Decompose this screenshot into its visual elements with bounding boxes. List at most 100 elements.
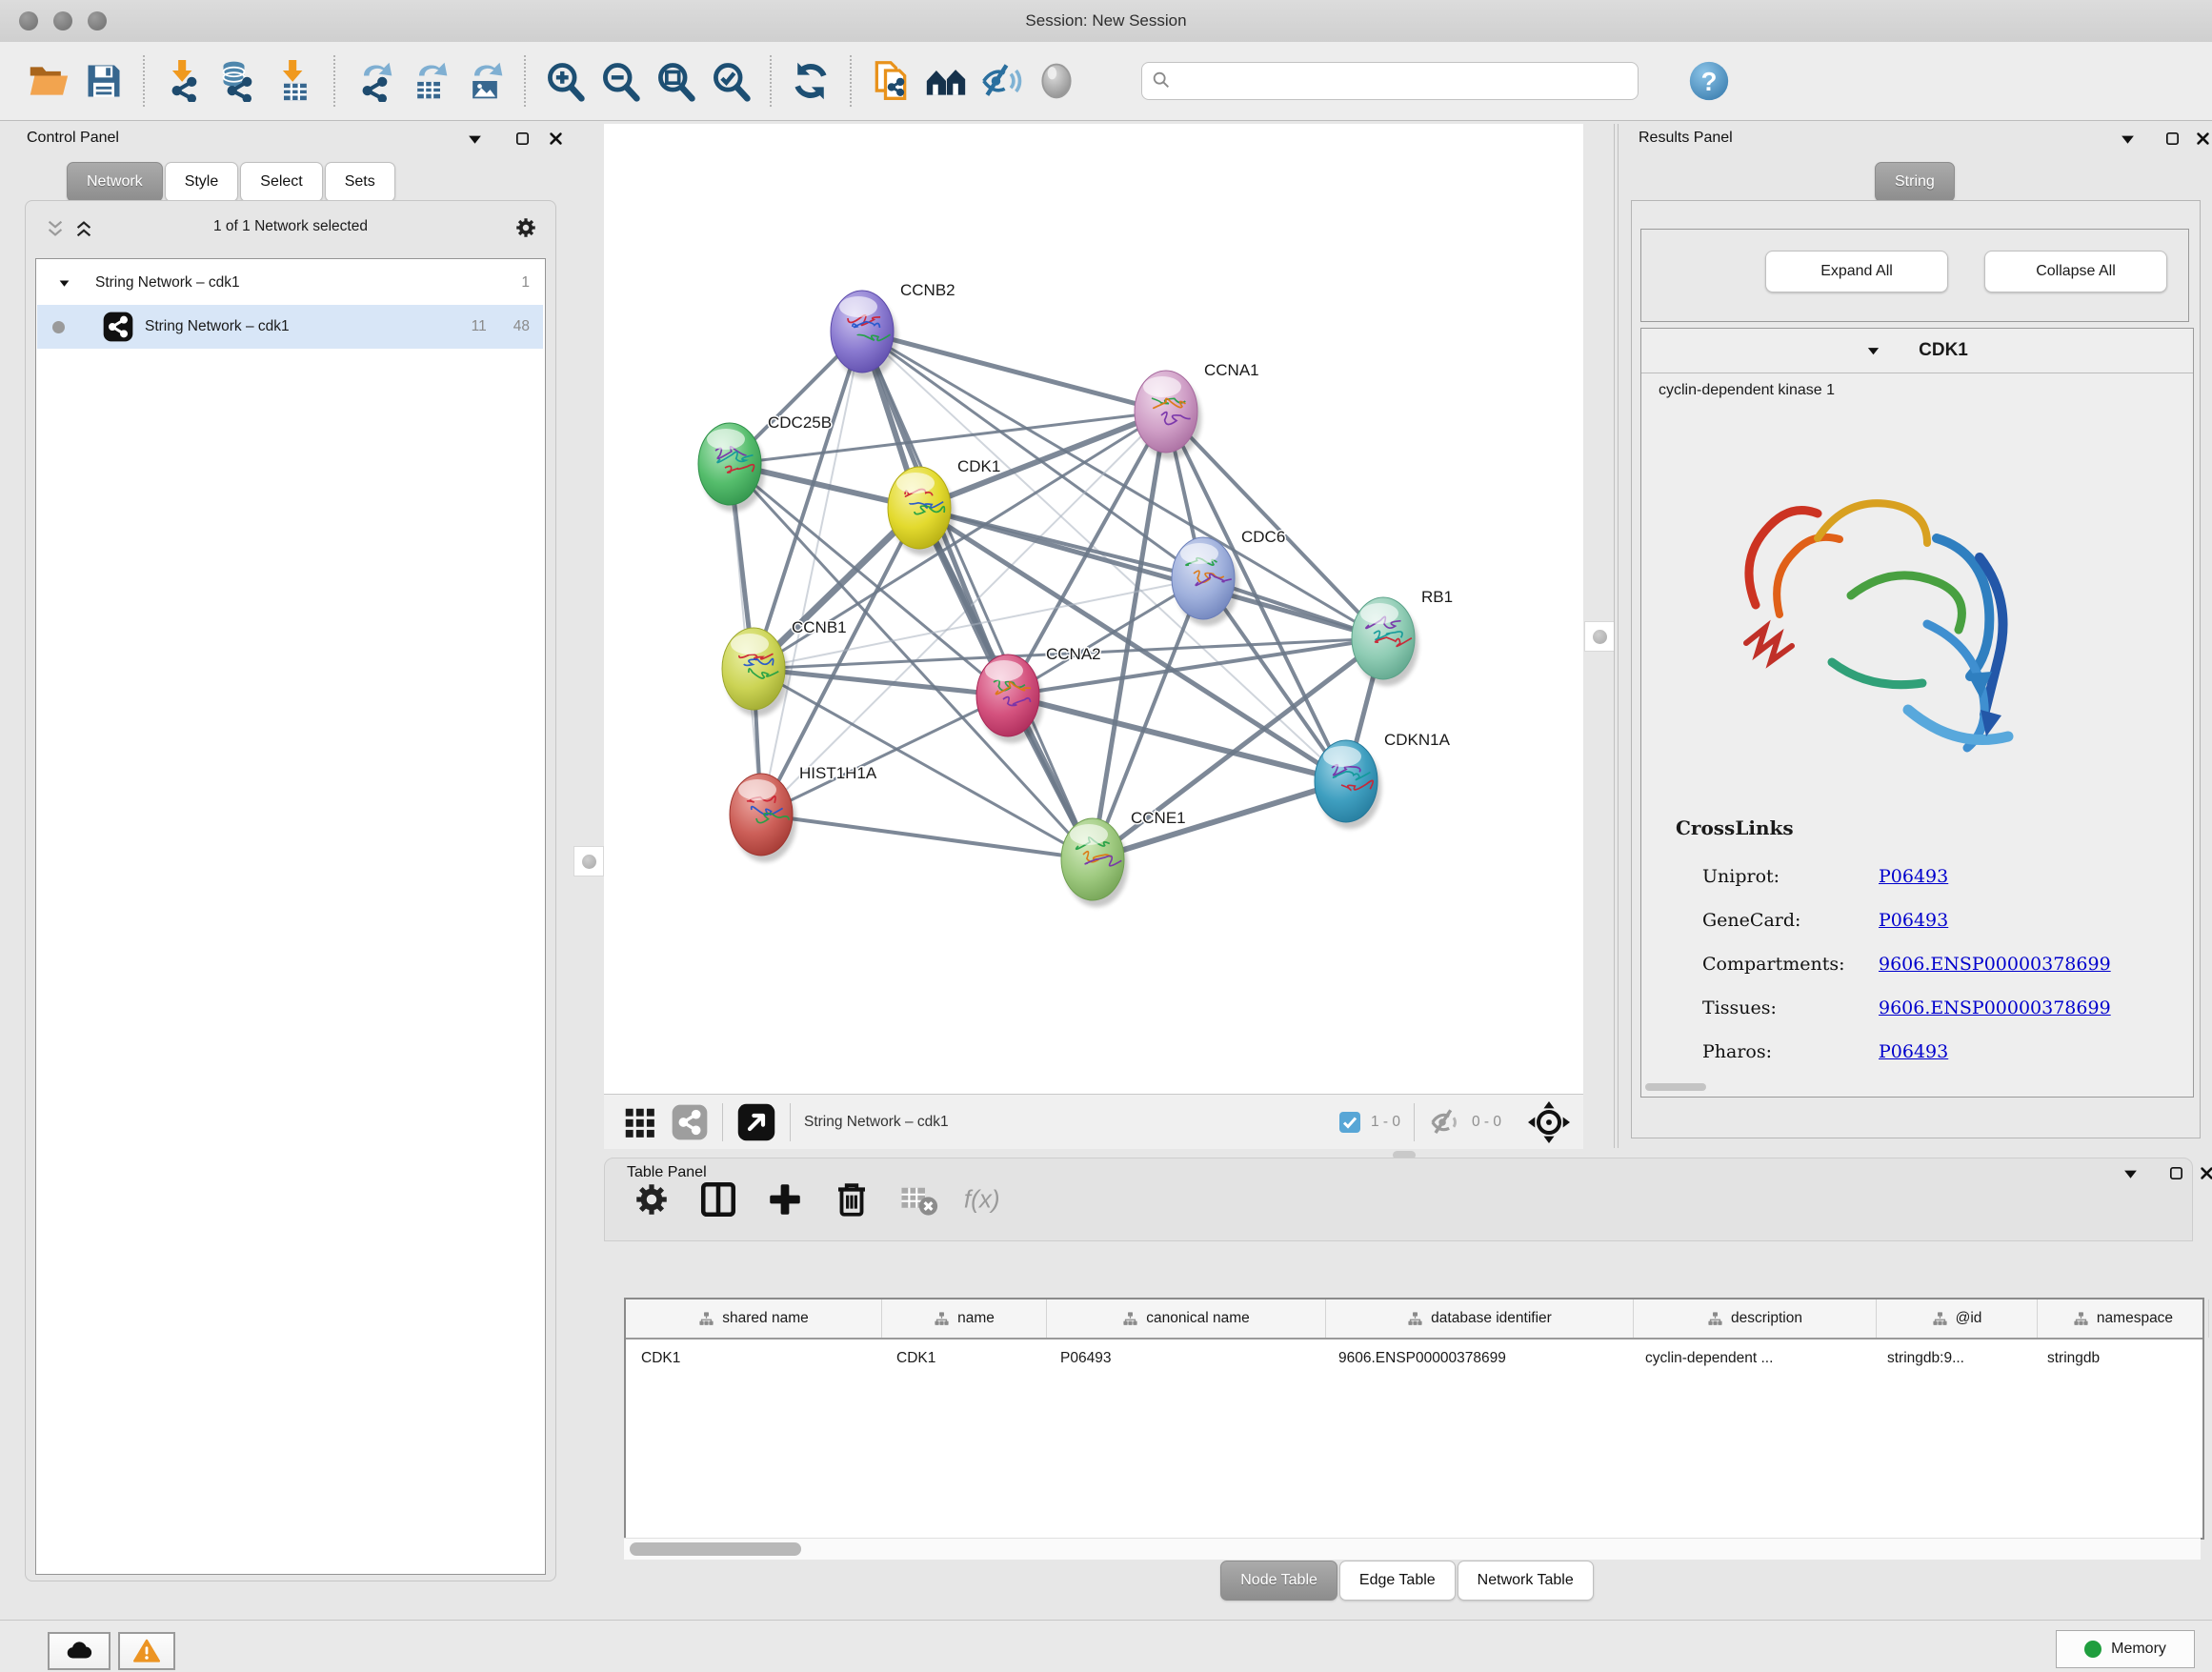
node-result-header[interactable]: CDK1 xyxy=(1641,329,2193,373)
column-header-database-identifier[interactable]: database identifier xyxy=(1326,1299,1634,1338)
network-node-HIST1H1A[interactable]: HIST1H1A xyxy=(730,764,877,862)
folder-open-icon[interactable] xyxy=(21,53,76,109)
tab-network-table[interactable]: Network Table xyxy=(1458,1561,1594,1601)
show-eye-icon[interactable] xyxy=(1029,53,1084,109)
float-panel-icon[interactable] xyxy=(2164,131,2181,147)
copy-share-icon[interactable] xyxy=(863,53,918,109)
detach-view-icon[interactable] xyxy=(736,1102,776,1142)
tab-style[interactable]: Style xyxy=(165,162,239,202)
network-edge[interactable] xyxy=(1008,578,1203,695)
memory-button[interactable]: Memory xyxy=(2056,1630,2195,1668)
network-edge[interactable] xyxy=(761,815,1093,859)
tab-edge-table[interactable]: Edge Table xyxy=(1339,1561,1456,1601)
add-column-icon[interactable] xyxy=(765,1179,805,1219)
column-header-namespace[interactable]: namespace xyxy=(2038,1299,2209,1338)
zoom-out-icon[interactable] xyxy=(593,53,648,109)
hide-eye-icon[interactable] xyxy=(974,53,1029,109)
column-header-shared-name[interactable]: shared name xyxy=(626,1299,882,1338)
import-network-icon[interactable] xyxy=(156,53,211,109)
network-node-CCNE1[interactable]: CCNE1 xyxy=(1061,809,1186,907)
network-thumbnail-icon[interactable] xyxy=(671,1103,709,1141)
table-options-gear-icon[interactable] xyxy=(632,1179,672,1219)
network-tab-content: 1 of 1 Network selected String Network –… xyxy=(25,200,556,1581)
panel-menu-icon[interactable] xyxy=(2122,1166,2139,1182)
crosslink-link[interactable]: P06493 xyxy=(1879,1041,1948,1062)
tab-string[interactable]: String xyxy=(1875,162,1955,202)
column-header-description[interactable]: description xyxy=(1634,1299,1877,1338)
export-network-icon[interactable] xyxy=(347,53,402,109)
column-header-canonical-name[interactable]: canonical name xyxy=(1047,1299,1326,1338)
float-panel-icon[interactable] xyxy=(514,131,531,147)
entry-expander-icon[interactable] xyxy=(1866,344,1880,358)
fit-selected-icon[interactable] xyxy=(1528,1101,1570,1143)
network-node-CCNB2[interactable]: CCNB2 xyxy=(831,281,955,379)
show-columns-icon[interactable] xyxy=(698,1179,738,1219)
search-input[interactable] xyxy=(1141,62,1639,100)
close-panel-icon[interactable] xyxy=(2195,131,2211,147)
crosslinks-list: Uniprot:P06493GeneCard:P06493Compartment… xyxy=(1702,855,2179,1074)
crosslink-link[interactable]: P06493 xyxy=(1879,866,1948,887)
collection-expander-icon[interactable] xyxy=(58,277,70,290)
crosslink-link[interactable]: 9606.ENSP00000378699 xyxy=(1879,954,2111,975)
network-options-gear-icon[interactable] xyxy=(513,215,538,240)
network-canvas[interactable]: CCNB2 CCNA1 CDC25B CDK1 CDC6 RB1 CCNB1 xyxy=(604,124,1583,1094)
node-label: CCNB2 xyxy=(900,281,955,299)
column-header-@id[interactable]: @id xyxy=(1877,1299,2038,1338)
table-row[interactable]: CDK1CDK1P064939606.ENSP00000378699cyclin… xyxy=(626,1340,2202,1378)
network-edge[interactable] xyxy=(862,332,1166,412)
export-image-icon[interactable] xyxy=(457,53,513,109)
hidden-elements-icon xyxy=(1428,1104,1464,1140)
table-cell: P06493 xyxy=(1045,1340,1323,1378)
toolbar-separator xyxy=(143,55,145,107)
tab-network[interactable]: Network xyxy=(67,162,163,202)
selected-counts: 1 - 0 xyxy=(1371,1114,1400,1131)
right-splitter-handle[interactable] xyxy=(1584,621,1615,652)
save-icon[interactable] xyxy=(76,53,131,109)
results-splitter[interactable] xyxy=(1614,124,1615,1148)
crosslink-label: Tissues: xyxy=(1702,997,1879,1018)
zoom-selected-icon[interactable] xyxy=(703,53,758,109)
network-node-CDK1[interactable]: CDK1 xyxy=(888,457,1000,555)
network-collection-row[interactable]: String Network – cdk1 1 xyxy=(37,261,543,305)
float-panel-icon[interactable] xyxy=(2168,1165,2184,1181)
import-table-icon[interactable] xyxy=(267,53,322,109)
entry-scrollbar-thumb[interactable] xyxy=(1645,1083,1706,1091)
panel-menu-icon[interactable] xyxy=(467,131,483,148)
zoom-fit-icon[interactable] xyxy=(648,53,703,109)
network-node-RB1[interactable]: RB1 xyxy=(1352,588,1453,686)
help-icon[interactable]: ? xyxy=(1688,60,1730,102)
import-database-icon[interactable] xyxy=(211,53,267,109)
cloud-status-button[interactable] xyxy=(48,1632,111,1670)
export-table-icon[interactable] xyxy=(402,53,457,109)
network-node-CDKN1A[interactable]: CDKN1A xyxy=(1315,731,1451,829)
panel-menu-icon[interactable] xyxy=(2120,131,2136,148)
close-panel-icon[interactable] xyxy=(2199,1165,2212,1181)
tab-select[interactable]: Select xyxy=(240,162,322,202)
network-graph[interactable]: CCNB2 CCNA1 CDC25B CDK1 CDC6 RB1 CCNB1 xyxy=(604,124,1583,1094)
expand-all-button[interactable]: Expand All xyxy=(1765,251,1948,292)
node-label: RB1 xyxy=(1421,588,1453,606)
birds-eye-view-icon[interactable] xyxy=(621,1104,657,1140)
network-edge[interactable] xyxy=(761,332,862,815)
crosslink-link[interactable]: 9606.ENSP00000378699 xyxy=(1879,997,2111,1018)
crosslink-link[interactable]: P06493 xyxy=(1879,910,1948,931)
scrollbar-thumb[interactable] xyxy=(630,1542,801,1556)
tab-node-table[interactable]: Node Table xyxy=(1220,1561,1337,1601)
network-node-CCNA2[interactable]: CCNA2 xyxy=(976,645,1101,743)
left-splitter-handle[interactable] xyxy=(573,846,604,876)
table-horizontal-scrollbar[interactable] xyxy=(624,1538,2201,1560)
zoom-in-icon[interactable] xyxy=(537,53,593,109)
refresh-icon[interactable] xyxy=(783,53,838,109)
collapse-all-button[interactable]: Collapse All xyxy=(1984,251,2167,292)
tab-sets[interactable]: Sets xyxy=(325,162,395,202)
home-icon[interactable] xyxy=(918,53,974,109)
selected-indicator-checkbox[interactable] xyxy=(1338,1111,1361,1134)
node-count: 11 xyxy=(472,318,487,335)
network-edge[interactable] xyxy=(761,695,1008,815)
delete-column-icon[interactable] xyxy=(832,1179,872,1219)
close-panel-icon[interactable] xyxy=(548,131,564,147)
warnings-button[interactable] xyxy=(118,1632,175,1670)
column-header-name[interactable]: name xyxy=(882,1299,1047,1338)
network-row[interactable]: String Network – cdk1 11 48 xyxy=(37,305,543,349)
search-icon xyxy=(1151,70,1172,91)
